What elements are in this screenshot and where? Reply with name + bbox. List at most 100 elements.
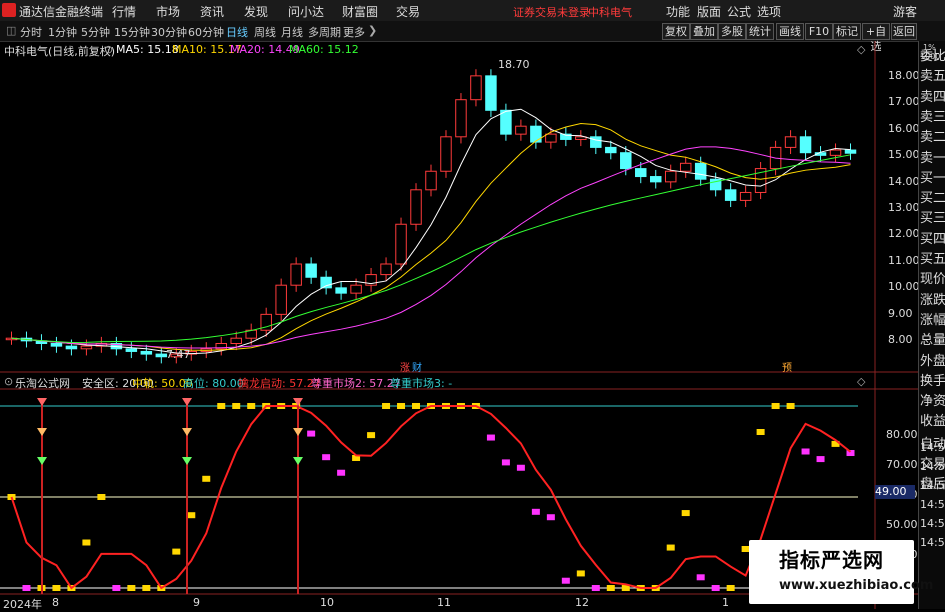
candle-body xyxy=(440,136,452,172)
candle-body xyxy=(425,170,437,191)
watermark: 指标严选网 www.xuezhibiao.com xyxy=(749,540,933,604)
indicator-bar xyxy=(681,510,690,517)
main-y-tick: 14.00 xyxy=(888,174,920,188)
indicator-bar xyxy=(696,574,705,581)
indicator-bar xyxy=(337,469,346,476)
low-price-label: 7.47 xyxy=(166,348,191,361)
x-year-label: 2024年 xyxy=(3,598,42,611)
side-item[interactable]: 买一 xyxy=(920,167,945,186)
indicator-bar xyxy=(142,585,151,591)
candle-body xyxy=(125,348,138,352)
watermark-url: www.xuezhibiao.com xyxy=(779,578,934,593)
x-month-9: 9 xyxy=(193,596,200,609)
indicator-expand-icon[interactable]: ◇ xyxy=(857,375,865,388)
candle-body xyxy=(155,353,168,358)
candle-body xyxy=(739,191,752,201)
side-item[interactable]: 换手 xyxy=(920,370,945,389)
side-item[interactable]: 涨跌 xyxy=(920,289,945,308)
indicator-bar xyxy=(217,403,226,409)
side-item[interactable]: 卖一 xyxy=(920,147,945,166)
collapse-icon[interactable]: ⊙ xyxy=(104,43,113,56)
indicator-bar xyxy=(97,494,106,500)
candle-body xyxy=(65,345,78,350)
indicator-bar xyxy=(726,585,735,591)
side-item[interactable]: 委比 xyxy=(920,45,945,64)
indicator-bar xyxy=(412,403,421,409)
indicator-title: 乐淘公式网 xyxy=(15,377,70,390)
high-price-label: 18.70 xyxy=(498,58,530,71)
dragon-start-label: 擒龙启动: 57.27 xyxy=(238,377,321,390)
indicator-bar xyxy=(501,459,510,466)
side-time-label: 14:56 xyxy=(920,536,945,549)
candle-body xyxy=(620,152,632,170)
indicator-bar xyxy=(187,512,196,519)
value-badge: 49.00 xyxy=(875,485,915,499)
candle-body xyxy=(784,136,797,148)
kline-chart[interactable] xyxy=(0,0,918,609)
candle-body xyxy=(290,263,302,286)
diamond-signal-icon xyxy=(182,428,192,436)
side-item[interactable]: 涨幅 xyxy=(920,309,945,328)
respect-market2-label: 尊重市场2: 57.27 xyxy=(311,377,401,390)
x-month-10: 10 xyxy=(320,596,334,609)
main-y-tick: 11.00 xyxy=(888,253,920,267)
candle-body xyxy=(335,287,347,294)
indicator-collapse-icon[interactable]: ⊙ xyxy=(4,375,13,388)
candle-body xyxy=(829,149,842,156)
candle-body xyxy=(350,284,362,294)
main-y-tick: 17.00 xyxy=(888,95,920,109)
side-item[interactable]: 买二 xyxy=(920,187,945,206)
x-month-1: 1 xyxy=(722,596,729,609)
candle-body xyxy=(50,343,63,347)
event-marker-up[interactable]: 涨 xyxy=(400,359,410,374)
indicator-bar xyxy=(232,403,241,409)
indicator-bar xyxy=(546,514,555,521)
candle-body xyxy=(545,133,557,143)
indicator-bar xyxy=(786,403,795,409)
indicator-bar xyxy=(771,403,780,409)
ma60-label: MA60: 15.12 xyxy=(289,43,359,56)
value-badge-text: 49.00 xyxy=(875,485,907,498)
side-item[interactable]: 买四 xyxy=(920,228,945,247)
side-item[interactable]: 卖五 xyxy=(920,65,945,84)
indicator-bar xyxy=(52,585,61,591)
candle-body xyxy=(275,284,287,315)
side-time-label: 14:56 xyxy=(920,479,945,492)
indicator-y-tick: 80.00 xyxy=(886,428,918,441)
indicator-bar xyxy=(561,577,570,584)
indicator-bar xyxy=(112,585,121,591)
side-item[interactable]: 外盘 xyxy=(920,350,945,369)
candle-body xyxy=(80,345,93,350)
candle-body xyxy=(679,162,692,172)
event-marker-forecast[interactable]: 预 xyxy=(782,359,792,374)
side-item[interactable]: 卖三 xyxy=(920,106,945,125)
candle-body xyxy=(305,263,317,278)
indicator-bar xyxy=(801,448,810,455)
side-item[interactable]: 现价 xyxy=(920,268,945,287)
indicator-y-tick: 50.00 xyxy=(886,518,918,531)
side-item[interactable]: 收益 xyxy=(920,410,945,429)
side-item[interactable]: 总量 xyxy=(920,329,945,348)
side-item[interactable]: 卖二 xyxy=(920,126,945,145)
indicator-bar xyxy=(756,429,765,435)
event-marker-finance[interactable]: 财 xyxy=(412,359,422,374)
high-zone-label: 高位: 80.00 xyxy=(183,377,244,390)
side-item[interactable]: 买五 xyxy=(920,248,945,267)
side-time-label: 14:56 xyxy=(920,441,945,454)
indicator-bar xyxy=(307,430,316,437)
candle-body xyxy=(380,263,392,276)
diamond-signal-icon xyxy=(293,457,303,465)
quote-side-panel: 1% 1000 委比 卖五 卖四 卖三 卖二 卖一 买一 买二 买三 买四 买五 现价 涨跌 涨幅 总量 外盘… xyxy=(918,41,945,609)
candle-body xyxy=(649,176,662,183)
side-item[interactable]: 净资 xyxy=(920,390,945,409)
side-item[interactable]: 买三 xyxy=(920,207,945,226)
indicator-bar xyxy=(486,434,495,441)
respect-market3-label: 尊重市场3: - xyxy=(390,377,453,390)
chart-expand-icon[interactable]: ◇ xyxy=(857,43,865,56)
x-month-12: 12 xyxy=(575,596,589,609)
candle-body xyxy=(470,75,482,101)
indicator-bar xyxy=(22,585,31,591)
side-item[interactable]: 卖四 xyxy=(920,86,945,105)
indicator-bar xyxy=(367,432,376,439)
ma10-line xyxy=(11,123,851,351)
